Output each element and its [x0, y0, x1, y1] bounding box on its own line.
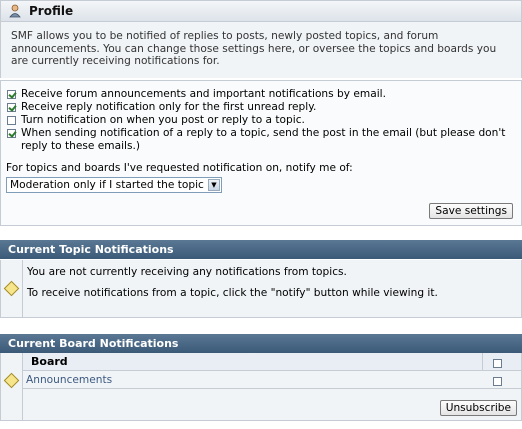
option-label: Receive forum announcements and importan… — [21, 88, 386, 100]
option-announcements: Receive forum announcements and importan… — [6, 88, 515, 101]
icon-column — [1, 353, 23, 420]
board-link-announcements[interactable]: Announcements — [23, 374, 112, 386]
select-all-checkbox[interactable] — [493, 359, 502, 368]
notify-diamond-icon — [3, 280, 20, 297]
table-row: Announcements — [23, 372, 521, 389]
column-divider — [482, 353, 483, 370]
profile-header: Profile — [0, 0, 522, 22]
profile-icon — [9, 4, 23, 18]
option-label: When sending notification of a reply to … — [21, 127, 506, 152]
notify-select[interactable]: Moderation only if I started the topic ▼ — [6, 177, 222, 193]
topic-help-text: To receive notifications from a topic, c… — [27, 287, 438, 299]
notification-settings: Receive forum announcements and importan… — [0, 80, 522, 226]
notify-diamond-icon — [3, 372, 20, 389]
board-notifications-table: Board Announcements Unsubscribe — [0, 353, 522, 421]
first-unread-checkbox[interactable] — [7, 103, 16, 112]
save-settings-button[interactable]: Save settings — [429, 203, 513, 219]
notify-select-value: Moderation only if I started the topic — [10, 179, 204, 191]
auto-notify-checkbox[interactable] — [7, 116, 16, 125]
option-label: Receive reply notification only for the … — [21, 101, 317, 113]
option-auto-notify: Turn notification on when you post or re… — [6, 114, 515, 127]
page-title: Profile — [29, 4, 74, 18]
board-notifications-header: Current Board Notifications — [0, 334, 522, 353]
option-first-unread: Receive reply notification only for the … — [6, 101, 515, 114]
table-header: Board — [23, 353, 521, 371]
topic-notifications-header: Current Topic Notifications — [0, 240, 522, 259]
topic-notifications-text: You are not currently receiving any noti… — [27, 266, 438, 300]
send-post-checkbox[interactable] — [7, 129, 16, 138]
option-send-post: When sending notification of a reply to … — [6, 127, 515, 153]
notify-label: For topics and boards I've requested not… — [6, 162, 353, 174]
option-label: Turn notification on when you post or re… — [21, 114, 305, 126]
board-row-checkbox[interactable] — [493, 377, 502, 386]
icon-column — [1, 260, 23, 317]
announcements-checkbox[interactable] — [7, 90, 16, 99]
topic-notifications-panel: You are not currently receiving any noti… — [0, 260, 522, 318]
board-column-header: Board — [31, 355, 68, 368]
chevron-down-icon[interactable]: ▼ — [208, 179, 220, 191]
topic-status-text: You are not currently receiving any noti… — [27, 266, 347, 278]
intro-text: SMF allows you to be notified of replies… — [0, 22, 522, 78]
unsubscribe-button[interactable]: Unsubscribe — [439, 400, 517, 416]
